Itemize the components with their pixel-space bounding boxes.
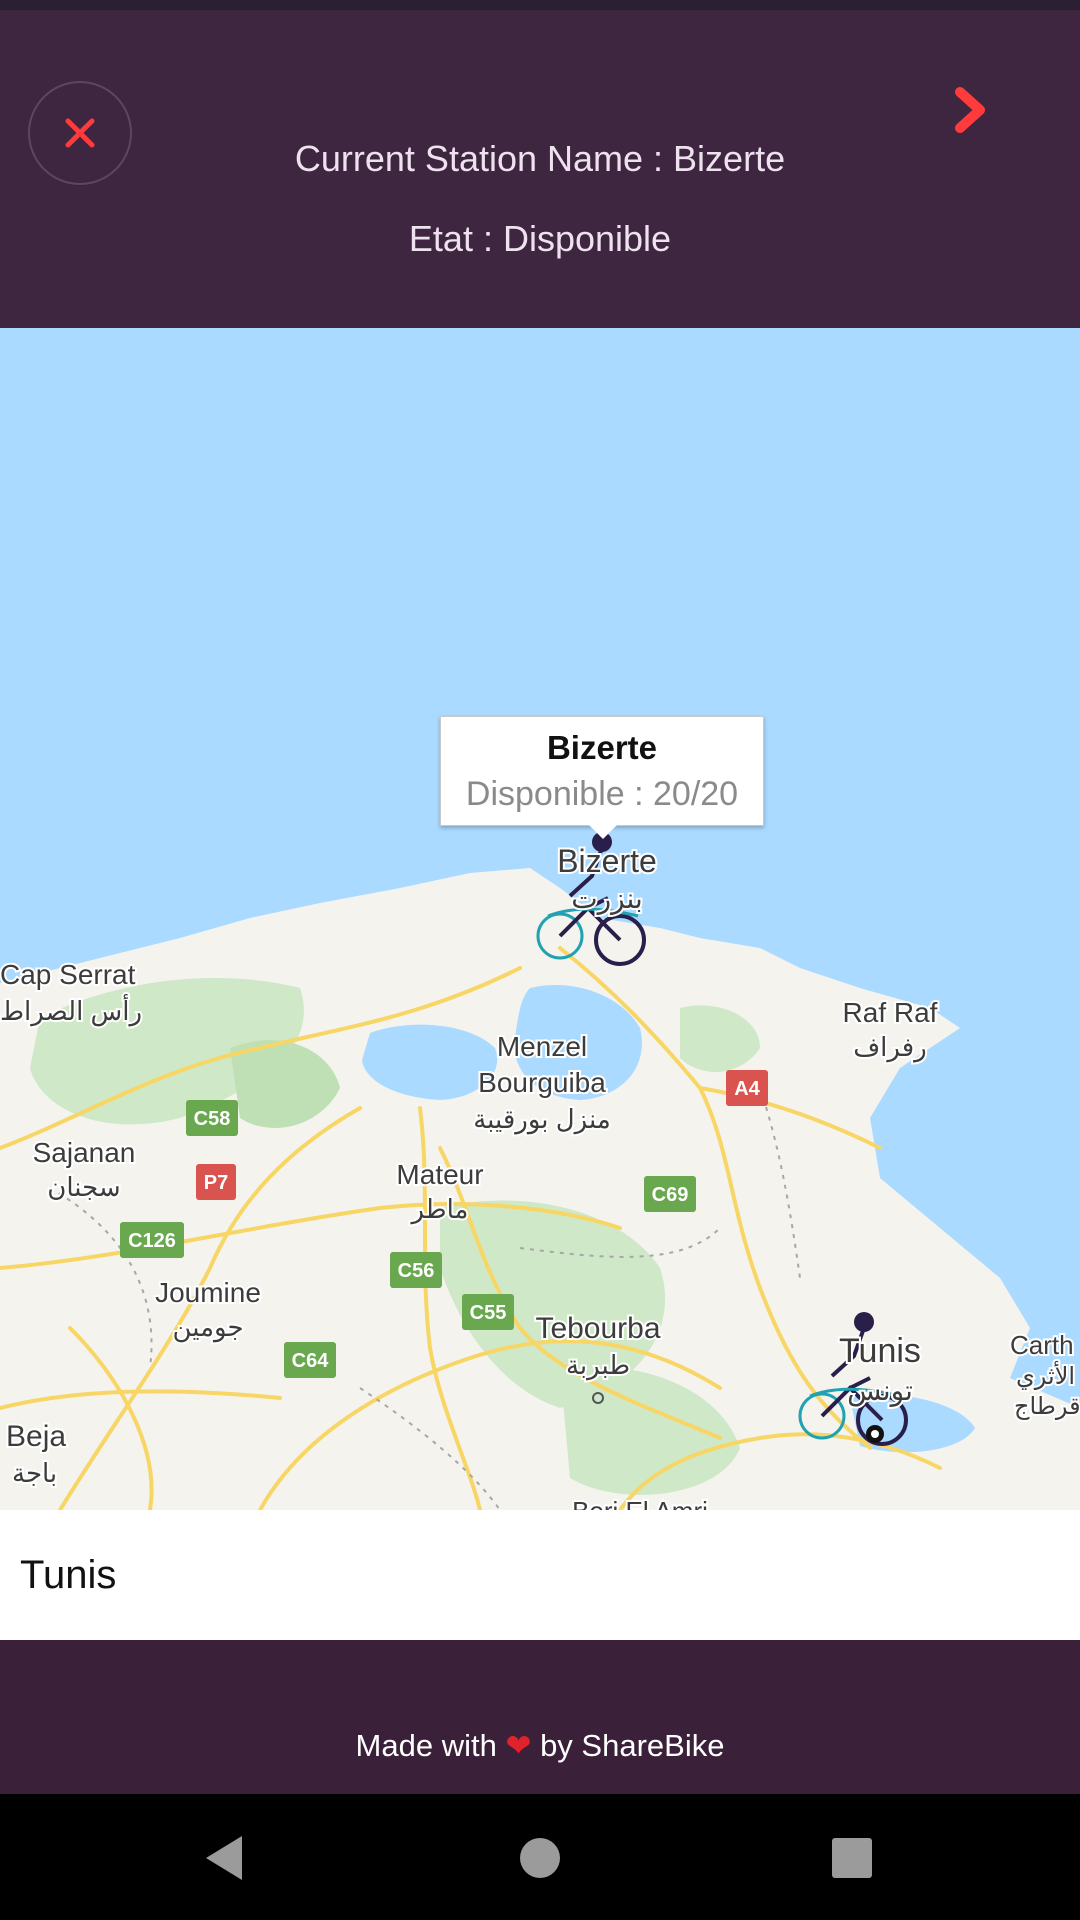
map-label-joumine: Joumine bbox=[155, 1277, 261, 1308]
map-label-carthage: Carth bbox=[1010, 1330, 1074, 1360]
road-badge-c126: C126 bbox=[120, 1222, 184, 1258]
station-name: Current Station Name : Bizerte bbox=[294, 138, 786, 179]
info-window-title: Bizerte bbox=[546, 729, 658, 766]
map-label-tunis-ar: تونس bbox=[847, 1375, 913, 1407]
svg-text:P7: P7 bbox=[204, 1172, 228, 1194]
svg-text:C126: C126 bbox=[128, 1230, 176, 1252]
map-label-sajanan-ar: سجنان bbox=[47, 1172, 120, 1202]
search-bar bbox=[0, 1510, 1080, 1640]
map-label-joumine-ar: جومين bbox=[172, 1312, 243, 1343]
map-label-raf-raf-ar: رفراف bbox=[853, 1032, 927, 1063]
map-label-menzel: Menzel bbox=[497, 1031, 587, 1062]
search-input[interactable] bbox=[20, 1540, 1060, 1610]
map-label-raf-raf: Raf Raf bbox=[843, 997, 938, 1028]
road-badge-c55: C55 bbox=[462, 1294, 514, 1330]
map-label-sajanan: Sajanan bbox=[33, 1137, 136, 1168]
map-label-bizerte: Bizerte bbox=[557, 843, 657, 879]
map-label-tebourba-ar: طبربة bbox=[566, 1350, 630, 1381]
heart-icon: ❤ bbox=[505, 1728, 532, 1763]
road-badge-p7: P7 bbox=[196, 1164, 236, 1200]
next-button[interactable] bbox=[940, 80, 1000, 140]
svg-text:C64: C64 bbox=[292, 1350, 330, 1372]
map-label-tunis: Tunis bbox=[839, 1332, 921, 1370]
system-navigation-bar bbox=[0, 1794, 1080, 1920]
map-label-tebourba: Tebourba bbox=[535, 1312, 660, 1345]
map-label-beja-ar: باجة bbox=[12, 1458, 57, 1488]
header: Current Station Name : Bizerte Etat : Di… bbox=[0, 10, 1080, 328]
map-label-beja: Beja bbox=[6, 1420, 66, 1453]
map-label-menzel-ar: منزل بورقيبة bbox=[473, 1104, 611, 1135]
road-badge-c69: C69 bbox=[644, 1176, 696, 1212]
chevron-right-icon bbox=[955, 87, 985, 133]
recents-icon[interactable] bbox=[822, 1828, 882, 1888]
home-icon[interactable] bbox=[510, 1828, 570, 1888]
footer: Made with ❤ by ShareBike bbox=[0, 1640, 1080, 1794]
map-label-carthage-ar-2: قرطاج bbox=[1014, 1393, 1080, 1420]
map-label-cap-serrat: Cap Serrat bbox=[0, 959, 136, 990]
station-state: Etat : Disponible bbox=[408, 218, 672, 259]
road-badge-c56: C56 bbox=[390, 1252, 442, 1288]
map-label-cap-serrat-ar: رأس الصراط bbox=[0, 993, 142, 1027]
map-label-mateur-ar: ماطر bbox=[410, 1194, 469, 1225]
footer-credit: Made with ❤ by ShareBike bbox=[0, 1728, 1080, 1764]
status-bar bbox=[0, 0, 1080, 10]
map-canvas[interactable]: Bizerte بنزرت Cap Serrat رأس الصراط Raf … bbox=[0, 328, 1080, 1510]
map-label-bizerte-ar: بنزرت bbox=[571, 883, 643, 915]
road-badge-c58: C58 bbox=[186, 1100, 238, 1136]
svg-text:C55: C55 bbox=[470, 1302, 507, 1324]
footer-by: by ShareBike bbox=[540, 1728, 725, 1763]
marker-info-window[interactable]: Bizerte Disponible : 20/20 bbox=[440, 716, 764, 839]
footer-made-with: Made with bbox=[355, 1728, 497, 1763]
road-badge-a4: A4 bbox=[726, 1070, 768, 1106]
svg-text:C58: C58 bbox=[194, 1108, 231, 1130]
map-label-borj: Borj El Amri bbox=[572, 1496, 708, 1510]
back-icon[interactable] bbox=[196, 1828, 256, 1888]
info-window-subtitle: Disponible : 20/20 bbox=[465, 775, 739, 813]
my-location-dot bbox=[866, 1425, 884, 1443]
svg-text:A4: A4 bbox=[734, 1078, 760, 1100]
map-view[interactable]: Bizerte بنزرت Cap Serrat رأس الصراط Raf … bbox=[0, 328, 1080, 1510]
map-label-mateur: Mateur bbox=[396, 1159, 483, 1190]
map-label-carthage-ar: الأثري bbox=[1016, 1361, 1075, 1390]
svg-text:C56: C56 bbox=[398, 1260, 435, 1282]
map-label-bourguiba: Bourguiba bbox=[478, 1067, 606, 1098]
road-badge-c64: C64 bbox=[284, 1342, 336, 1378]
svg-text:C69: C69 bbox=[652, 1184, 689, 1206]
